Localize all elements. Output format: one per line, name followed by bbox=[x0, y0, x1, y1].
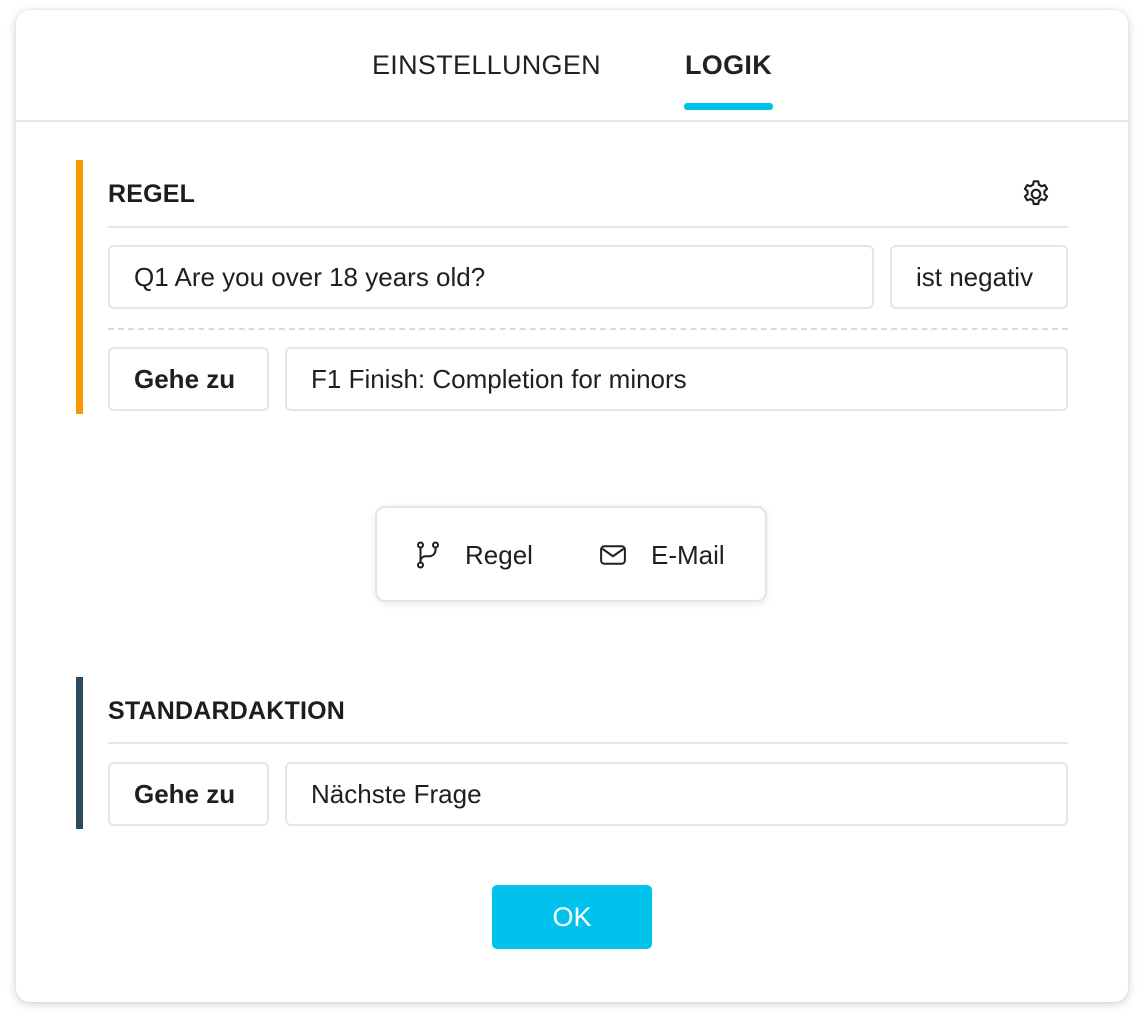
add-logic-menu: Regel E-Mail bbox=[375, 506, 767, 602]
add-email-button[interactable]: E-Mail bbox=[597, 538, 737, 572]
add-rule-label: Regel bbox=[465, 540, 533, 570]
rule-title: REGEL bbox=[108, 180, 196, 208]
tab-bar: EINSTELLUNGEN LOGIK bbox=[16, 10, 1128, 122]
default-action-type-select[interactable]: Gehe zu bbox=[108, 762, 269, 826]
add-rule-button[interactable]: Regel bbox=[413, 538, 543, 572]
default-action-title: STANDARDAKTION bbox=[108, 697, 346, 725]
rule-dashed-divider bbox=[108, 328, 1068, 330]
default-title-divider bbox=[108, 742, 1068, 744]
default-action-target-select[interactable]: Nächste Frage bbox=[285, 762, 1068, 826]
rule-action-type-select[interactable]: Gehe zu bbox=[108, 347, 269, 411]
rule-title-divider bbox=[108, 226, 1068, 228]
rule-accent-bar bbox=[76, 160, 83, 414]
envelope-icon bbox=[600, 545, 626, 565]
branch-icon bbox=[417, 541, 439, 569]
condition-operator-select[interactable]: ist negativ bbox=[890, 245, 1068, 309]
condition-question-select[interactable]: Q1 Are you over 18 years old? bbox=[108, 245, 874, 309]
add-email-label: E-Mail bbox=[651, 540, 725, 570]
active-tab-indicator bbox=[684, 103, 773, 110]
ok-button[interactable]: OK bbox=[492, 885, 652, 949]
gear-icon[interactable] bbox=[1020, 178, 1052, 210]
default-action-section: STANDARDAKTION Gehe zu Nächste Frage bbox=[76, 677, 1068, 829]
rule-action-target-select[interactable]: F1 Finish: Completion for minors bbox=[285, 347, 1068, 411]
tab-logik[interactable]: LOGIK bbox=[685, 50, 772, 81]
rule-section: REGEL Q1 Are you over 18 years old? ist … bbox=[76, 160, 1068, 414]
default-accent-bar bbox=[76, 677, 83, 829]
logic-dialog: EINSTELLUNGEN LOGIK REGEL Q1 Are you ove… bbox=[16, 10, 1128, 1002]
tab-einstellungen[interactable]: EINSTELLUNGEN bbox=[372, 50, 601, 81]
